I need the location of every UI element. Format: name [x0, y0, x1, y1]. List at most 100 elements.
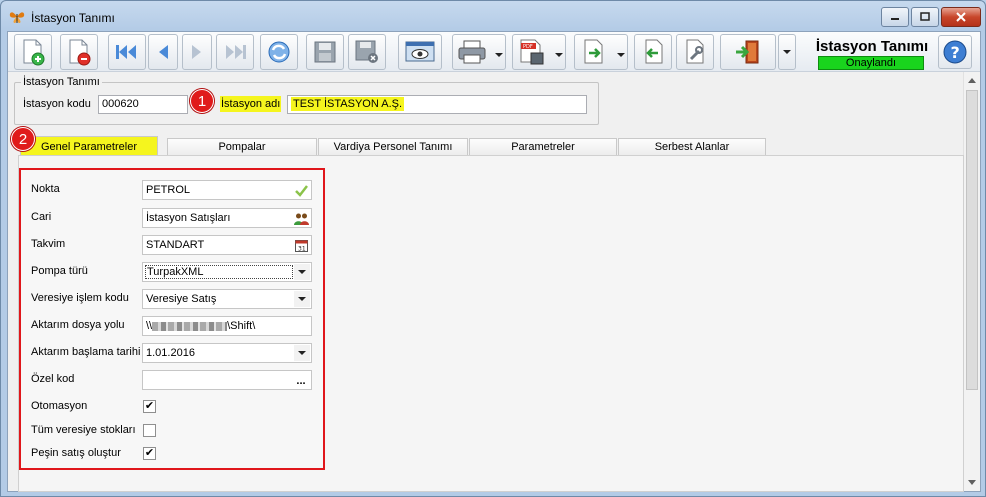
- export-icon: [645, 39, 663, 64]
- client-area: PDF İstasyon Tanımı Onaylandı ? İstasyon…: [7, 31, 981, 492]
- print-icon: [458, 40, 486, 64]
- svg-text:?: ?: [951, 43, 960, 62]
- tab-vardiya-personel[interactable]: Vardiya Personel Tanımı: [318, 138, 468, 156]
- close-button[interactable]: [941, 7, 981, 27]
- ellipsis-button[interactable]: ...: [293, 373, 309, 388]
- cari-label: Cari: [31, 211, 52, 223]
- previous-record-button[interactable]: [148, 34, 178, 70]
- maximize-icon: [920, 12, 930, 21]
- annotation-marker-1: 1: [190, 89, 214, 113]
- title-bar[interactable]: İstasyon Tanımı: [1, 1, 985, 31]
- preview-button[interactable]: [398, 34, 442, 70]
- veresiye-select[interactable]: Veresiye Satış: [142, 289, 312, 309]
- close-icon: [956, 12, 966, 22]
- save-close-button[interactable]: [348, 34, 386, 70]
- station-name-value: TEST İSTASYON A.Ş.: [291, 97, 405, 111]
- minimize-icon: [891, 18, 899, 20]
- station-name-label: İstasyon adı: [220, 96, 282, 112]
- refresh-icon: [268, 41, 290, 63]
- last-record-icon: [226, 45, 246, 59]
- pompa-turu-value: TurpakXML: [145, 265, 293, 279]
- chevron-down-icon[interactable]: [294, 291, 310, 307]
- scroll-up-icon[interactable]: [968, 78, 976, 83]
- pdf-export-button[interactable]: PDF: [512, 34, 566, 70]
- pompa-turu-label: Pompa türü: [31, 265, 88, 277]
- calendar-icon[interactable]: 31: [294, 238, 309, 253]
- aktarim-tarih-value: 1.01.2016: [146, 347, 195, 359]
- first-record-button[interactable]: [108, 34, 146, 70]
- aktarim-yolu-input[interactable]: \\ \Shift\: [142, 316, 312, 336]
- help-icon: ?: [943, 40, 967, 64]
- users-icon[interactable]: [294, 211, 309, 226]
- chevron-down-icon: [783, 50, 791, 54]
- tum-veresiye-checkbox[interactable]: [143, 424, 156, 437]
- takvim-label: Takvim: [31, 238, 66, 250]
- pdf-export-icon: PDF: [520, 39, 544, 65]
- nokta-input[interactable]: PETROL: [142, 180, 312, 200]
- tools-button[interactable]: [676, 34, 714, 70]
- butterfly-icon: [9, 12, 25, 23]
- veresiye-value: Veresiye Satış: [146, 293, 217, 305]
- scroll-down-icon[interactable]: [968, 480, 976, 485]
- chevron-down-icon: [555, 53, 563, 57]
- takvim-input[interactable]: STANDART 31: [142, 235, 312, 255]
- import-icon: [584, 39, 603, 64]
- new-record-icon: [23, 39, 45, 66]
- tab-serbest-alanlar[interactable]: Serbest Alanlar: [618, 138, 766, 156]
- delete-record-icon: [69, 39, 91, 66]
- station-code-label: İstasyon kodu: [23, 98, 91, 110]
- pesin-satis-checkbox[interactable]: ✔: [143, 447, 156, 460]
- exit-dropdown-button[interactable]: [778, 34, 796, 70]
- chevron-down-icon: [617, 53, 625, 57]
- tab-genel-parametreler[interactable]: Genel Parametreler: [20, 136, 158, 157]
- otomasyon-label: Otomasyon: [31, 400, 88, 412]
- nokta-label: Nokta: [31, 183, 60, 195]
- tab-pompalar[interactable]: Pompalar: [167, 138, 317, 156]
- save-button[interactable]: [306, 34, 344, 70]
- aktarim-tarih-label: Aktarım başlama tarihi: [31, 346, 141, 358]
- annotation-marker-2: 2: [11, 127, 35, 151]
- minimize-button[interactable]: [881, 7, 909, 27]
- tools-icon: [686, 39, 704, 64]
- ozel-kod-input[interactable]: ...: [142, 370, 312, 390]
- station-name-input[interactable]: TEST İSTASYON A.Ş.: [287, 95, 587, 114]
- maximize-button[interactable]: [911, 7, 939, 27]
- export-button[interactable]: [634, 34, 672, 70]
- chevron-down-icon[interactable]: [294, 264, 310, 280]
- save-close-icon: [355, 40, 378, 63]
- save-icon: [314, 41, 336, 63]
- pompa-turu-select[interactable]: TurpakXML: [142, 262, 312, 282]
- exit-button[interactable]: [720, 34, 776, 70]
- group-title: İstasyon Tanımı: [21, 76, 102, 88]
- app-window: İstasyon Tanımı PDF İstasyon Tanımı Onay…: [0, 0, 986, 497]
- new-record-button[interactable]: [14, 34, 52, 70]
- chevron-down-icon[interactable]: [294, 345, 310, 361]
- nokta-value: PETROL: [146, 184, 191, 196]
- station-groupbox: İstasyon Tanımı İstasyon kodu 000620 İst…: [14, 76, 599, 125]
- otomasyon-checkbox[interactable]: ✔: [143, 400, 156, 413]
- delete-record-button[interactable]: [60, 34, 98, 70]
- next-record-button[interactable]: [182, 34, 212, 70]
- aktarim-yolu-suffix: \Shift\: [227, 320, 256, 332]
- aktarim-yolu-label: Aktarım dosya yolu: [31, 319, 125, 331]
- tab-parametreler[interactable]: Parametreler: [469, 138, 617, 156]
- chevron-down-icon: [495, 53, 503, 57]
- exit-icon: [736, 40, 759, 64]
- previous-record-icon: [159, 45, 168, 59]
- ozel-kod-label: Özel kod: [31, 373, 75, 385]
- print-button[interactable]: [452, 34, 506, 70]
- scroll-thumb[interactable]: [966, 90, 978, 390]
- next-record-icon: [192, 45, 201, 59]
- import-button[interactable]: [574, 34, 628, 70]
- help-button[interactable]: ?: [938, 35, 972, 69]
- takvim-value: STANDART: [146, 239, 205, 251]
- station-code-input[interactable]: 000620: [98, 95, 188, 114]
- cari-input[interactable]: İstasyon Satışları: [142, 208, 312, 228]
- cari-value: İstasyon Satışları: [146, 212, 231, 224]
- svg-text:PDF: PDF: [523, 44, 533, 50]
- vertical-scrollbar[interactable]: [963, 72, 980, 491]
- aktarim-tarih-picker[interactable]: 1.01.2016: [142, 343, 312, 363]
- check-icon[interactable]: [294, 183, 309, 198]
- last-record-button[interactable]: [216, 34, 254, 70]
- refresh-button[interactable]: [260, 34, 298, 70]
